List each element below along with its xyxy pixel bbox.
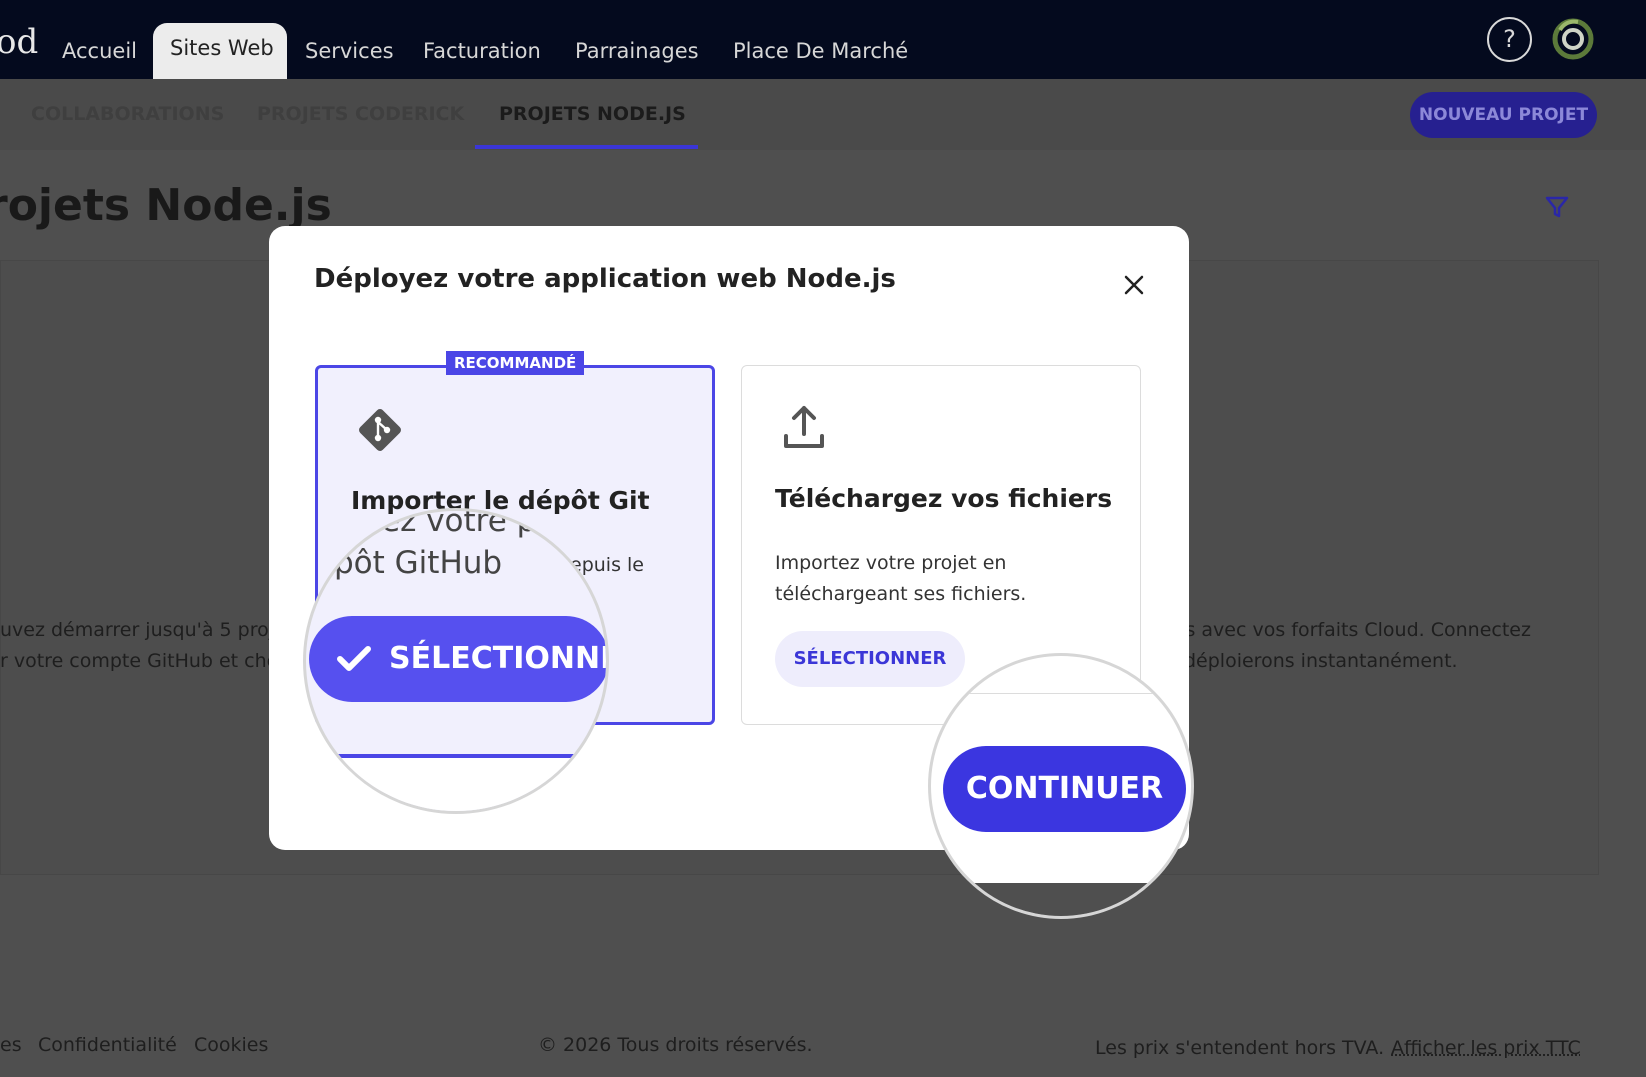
- selected-git-button-label: SÉLECTIONNÉ: [389, 641, 609, 676]
- empty-state-text-left-1: uvez démarrer jusqu'à 5 proje: [0, 619, 286, 641]
- select-upload-button[interactable]: SÉLECTIONNER: [775, 631, 965, 687]
- nav-item-sites-web[interactable]: Sites Web: [170, 36, 274, 60]
- magnifier-selected: ez votre p pôt GitHub SÉLECTIONNÉ: [303, 508, 609, 814]
- magnified-desc-fragment-2: pôt GitHub: [334, 545, 503, 581]
- top-navbar: od Accueil Sites Web Services Facturatio…: [0, 0, 1646, 79]
- new-project-button[interactable]: NOUVEAU PROJET: [1410, 92, 1597, 138]
- footer-link-fragment[interactable]: es: [0, 1034, 22, 1056]
- checkmark-icon: [337, 646, 371, 671]
- magnifier-card-edge: [931, 693, 1191, 694]
- active-tab-indicator: [475, 145, 698, 149]
- card-upload-title: Téléchargez vos fichiers: [775, 484, 1113, 513]
- nav-item-accueil[interactable]: Accueil: [62, 36, 137, 66]
- brand-logo[interactable]: od: [0, 22, 38, 62]
- footer-link-privacy[interactable]: Confidentialité: [38, 1034, 177, 1056]
- nav-item-services[interactable]: Services: [305, 36, 394, 66]
- filter-icon[interactable]: [1545, 195, 1569, 219]
- continue-button[interactable]: CONTINUER: [943, 746, 1186, 832]
- upload-icon: [784, 406, 824, 448]
- tab-collaborations[interactable]: COLLABORATIONS: [31, 103, 224, 125]
- footer-link-cookies[interactable]: Cookies: [194, 1034, 268, 1056]
- modal-title: Déployez votre application web Node.js: [314, 264, 896, 294]
- empty-state-text-left-2: r votre compte GitHub et cho: [0, 650, 279, 672]
- footer-copyright: © 2026 Tous droits réservés.: [538, 1034, 813, 1056]
- footer-vat-note: Les prix s'entendent hors TVA.: [1095, 1037, 1385, 1059]
- empty-state-text-right-2: déploierons instantanément.: [1184, 650, 1458, 672]
- recommended-badge: RECOMMANDÉ: [446, 351, 585, 375]
- magnifier-modal-bg: [306, 758, 606, 811]
- git-icon: [359, 409, 401, 451]
- nav-item-place-de-marche[interactable]: Place De Marché: [733, 36, 908, 66]
- footer-vat-link[interactable]: Afficher les prix TTC: [1391, 1037, 1581, 1059]
- nav-item-facturation[interactable]: Facturation: [423, 36, 541, 66]
- close-icon[interactable]: [1121, 272, 1147, 298]
- tab-projets-coderick[interactable]: PROJETS CODERICK: [257, 103, 464, 125]
- card-upload-desc-2: téléchargeant ses fichiers.: [775, 583, 1027, 605]
- card-upload-desc-1: Importez votre projet en: [775, 552, 1007, 574]
- nav-item-parrainages[interactable]: Parrainages: [575, 36, 699, 66]
- magnifier-overlay-bg: [931, 883, 1191, 916]
- magnifier-continue: CONTINUER: [928, 653, 1194, 919]
- profile-icon[interactable]: [1552, 18, 1594, 60]
- selected-git-button[interactable]: SÉLECTIONNÉ: [309, 616, 609, 702]
- magnified-desc-fragment-1: ez votre p: [381, 508, 537, 539]
- empty-state-text-right-1: ts avec vos forfaits Cloud. Connectez: [1178, 619, 1531, 641]
- page-title: rojets Node.js: [0, 180, 332, 231]
- help-icon[interactable]: ?: [1487, 17, 1532, 62]
- sub-navbar: [0, 79, 1646, 150]
- tab-projets-nodejs[interactable]: PROJETS NODE.JS: [499, 103, 686, 125]
